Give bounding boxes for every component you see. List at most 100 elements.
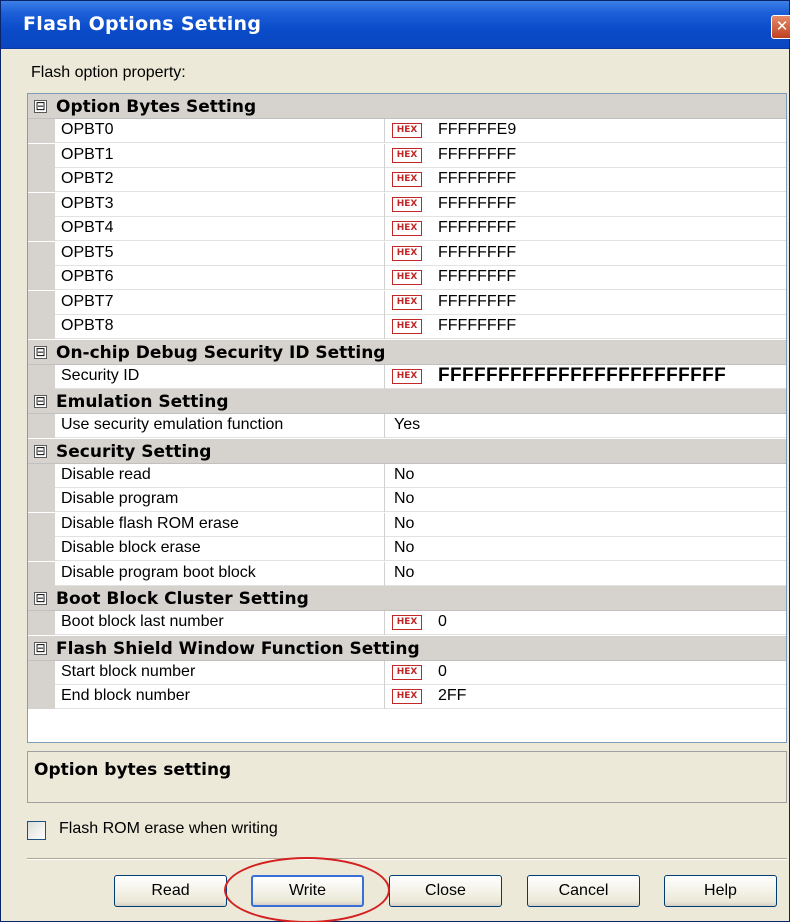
property-label: Flash option property: [31,64,186,81]
property-value[interactable]: Yes [394,416,420,434]
collapse-icon[interactable]: ⊟ [34,444,47,458]
row-gutter [28,464,55,488]
category-header[interactable]: ⊟ Security Setting [28,438,786,464]
property-value[interactable]: 0 [438,663,447,681]
erase-option[interactable]: Flash ROM erase when writing [27,819,427,843]
property-value[interactable]: No [394,490,414,508]
flash-rom-erase-label[interactable]: Flash ROM erase when writing [59,820,278,838]
property-row[interactable]: OPBT1 HEX FFFFFFFF [28,144,786,168]
property-row[interactable]: OPBT0 HEX FFFFFFE9 [28,119,786,143]
row-gutter [28,144,55,168]
row-gutter [28,168,55,192]
help-button[interactable]: Help [664,875,777,907]
column-separator [384,315,385,339]
hex-badge-icon: HEX [392,295,422,310]
row-gutter [28,315,55,339]
hex-badge-icon: HEX [392,319,422,334]
category-header[interactable]: ⊟ Emulation Setting [28,389,786,414]
column-separator [384,193,385,217]
category-header[interactable]: ⊟ Flash Shield Window Function Setting [28,635,786,661]
category-label: Security Setting [56,441,212,462]
property-name: Boot block last number [61,613,224,630]
property-value[interactable]: No [394,564,414,582]
property-value[interactable]: No [394,539,414,557]
property-value[interactable]: FFFFFFFF [438,146,516,164]
hex-badge-icon: HEX [392,172,422,187]
hex-badge-icon: HEX [392,123,422,138]
property-value[interactable]: FFFFFFFF [438,195,516,213]
property-value[interactable]: FFFFFFFFFFFFFFFFFFFFFFFF [438,365,726,387]
collapse-icon[interactable]: ⊟ [34,395,47,408]
property-row[interactable]: OPBT6 HEX FFFFFFFF [28,266,786,290]
property-row[interactable]: OPBT7 HEX FFFFFFFF [28,291,786,315]
cancel-button[interactable]: Cancel [527,875,640,907]
property-value[interactable]: FFFFFFFF [438,293,516,311]
column-separator [384,266,385,290]
property-row[interactable]: OPBT3 HEX FFFFFFFF [28,193,786,217]
property-row[interactable]: OPBT2 HEX FFFFFFFF [28,168,786,192]
category-header[interactable]: ⊟ Option Bytes Setting [28,94,786,119]
property-name: OPBT3 [61,195,114,212]
property-value[interactable]: No [394,466,414,484]
property-row[interactable]: End block number HEX 2FF [28,685,786,709]
property-name: OPBT0 [61,121,114,138]
property-name: OPBT5 [61,244,114,261]
category-label: On-chip Debug Security ID Setting [56,342,386,363]
column-separator [384,144,385,168]
column-separator [384,685,385,709]
column-separator [384,513,385,537]
column-separator [384,217,385,241]
collapse-icon[interactable]: ⊟ [34,592,47,605]
property-value[interactable]: No [394,515,414,533]
title-bar[interactable]: Flash Options Setting ✕ [1,1,790,49]
property-row[interactable]: Security ID HEX FFFFFFFFFFFFFFFFFFFFFFFF [28,365,786,389]
row-gutter [28,365,55,389]
property-row[interactable]: OPBT4 HEX FFFFFFFF [28,217,786,241]
property-name: OPBT2 [61,170,114,187]
close-window-button[interactable]: ✕ [771,15,790,39]
property-value[interactable]: FFFFFFFF [438,170,516,188]
property-row[interactable]: Disable flash ROM erase No [28,513,786,537]
flash-rom-erase-checkbox[interactable] [27,821,46,840]
collapse-icon[interactable]: ⊟ [34,100,47,113]
property-row[interactable]: Disable read No [28,464,786,488]
property-row[interactable]: OPBT5 HEX FFFFFFFF [28,242,786,266]
description-title: Option bytes setting [34,760,232,780]
category-label: Emulation Setting [56,392,229,412]
property-row[interactable]: OPBT8 HEX FFFFFFFF [28,315,786,339]
collapse-icon[interactable]: ⊟ [34,641,47,655]
close-button[interactable]: Close [389,875,502,907]
column-separator [384,611,385,635]
property-row[interactable]: Start block number HEX 0 [28,661,786,685]
property-name: Disable block erase [61,539,201,556]
read-button[interactable]: Read [114,875,227,907]
property-value[interactable]: FFFFFFFF [438,219,516,237]
property-grid[interactable]: ⊟ Option Bytes Setting OPBT0 HEX FFFFFFE9 OPB… [27,93,787,743]
property-row[interactable]: Disable block erase No [28,537,786,561]
hex-badge-icon: HEX [392,197,422,212]
category-header[interactable]: ⊟ On-chip Debug Security ID Setting [28,339,786,365]
property-value[interactable]: FFFFFFFF [438,317,516,335]
window-title: Flash Options Setting [23,13,262,35]
column-separator [384,119,385,143]
property-row[interactable]: Use security emulation function Yes [28,414,786,438]
row-gutter [28,611,55,635]
row-gutter [28,562,55,586]
collapse-icon[interactable]: ⊟ [34,345,47,359]
property-name: End block number [61,687,190,704]
description-panel: Option bytes setting [27,751,787,803]
property-value[interactable]: FFFFFFFF [438,268,516,286]
property-name: Use security emulation function [61,416,284,433]
property-row[interactable]: Boot block last number HEX 0 [28,611,786,635]
category-header[interactable]: ⊟ Boot Block Cluster Setting [28,586,786,611]
column-separator [384,242,385,266]
property-row[interactable]: Disable program boot block No [28,562,786,586]
column-separator [384,291,385,315]
property-value[interactable]: 2FF [438,687,466,705]
row-gutter [28,266,55,290]
row-gutter [28,414,55,438]
property-value[interactable]: FFFFFFE9 [438,121,516,139]
property-row[interactable]: Disable program No [28,488,786,512]
property-value[interactable]: FFFFFFFF [438,244,516,262]
property-value[interactable]: 0 [438,613,447,631]
